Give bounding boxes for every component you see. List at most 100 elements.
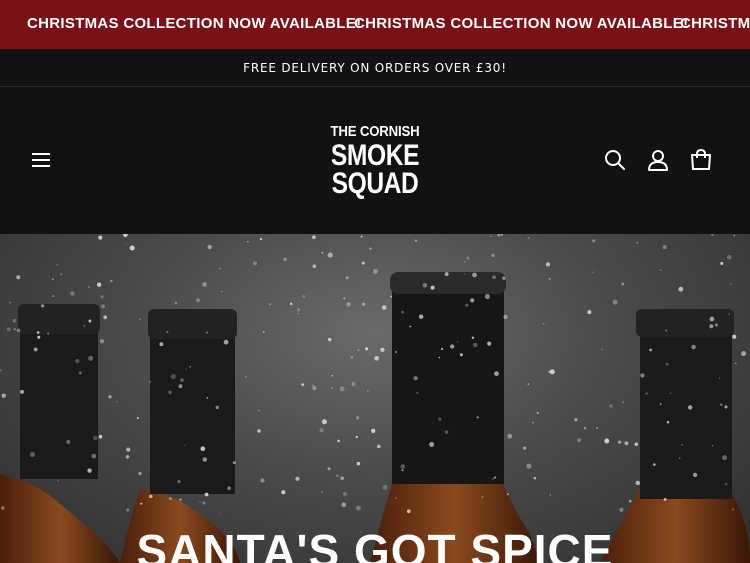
- snow-flake: [342, 491, 347, 496]
- cart-button[interactable]: [688, 147, 714, 173]
- snow-flake: [640, 373, 645, 378]
- snow-flake: [335, 474, 339, 478]
- snow-flake: [652, 463, 656, 466]
- snow-flake: [380, 347, 385, 352]
- snow-flake: [491, 253, 495, 257]
- snow-flake: [311, 384, 314, 387]
- snow-flake: [548, 278, 551, 280]
- snow-flake: [321, 252, 324, 254]
- delivery-bar: FREE DELIVERY ON ORDERS OVER £30!: [0, 49, 750, 87]
- snow-flake: [400, 464, 406, 469]
- snow-flake: [0, 368, 2, 372]
- snow-flake: [87, 285, 91, 289]
- snow-flake: [179, 498, 182, 501]
- snow-flake: [523, 446, 527, 450]
- snow-flake: [218, 267, 221, 270]
- snow-flake: [665, 329, 668, 332]
- snow-flake: [628, 499, 632, 503]
- snow-flake: [691, 344, 696, 350]
- snow-flake: [12, 318, 17, 323]
- snow-flake: [681, 444, 683, 446]
- snow-flake: [296, 308, 301, 312]
- account-button[interactable]: [645, 147, 671, 173]
- snow-flake: [357, 349, 360, 351]
- snow-flake: [527, 237, 530, 239]
- snow-flake: [253, 261, 257, 266]
- hero-banner[interactable]: SANTA'S GOT SPICE: [0, 234, 750, 563]
- snow-flake: [418, 314, 424, 319]
- snow-flake: [532, 421, 534, 424]
- snow-flake: [374, 355, 380, 361]
- snow-flake: [709, 324, 714, 329]
- snow-flake: [414, 239, 418, 242]
- snow-flake: [502, 276, 506, 280]
- snow-flake: [149, 494, 153, 499]
- snow-flake: [93, 435, 98, 441]
- snow-flake: [490, 235, 492, 237]
- snow-flake: [440, 347, 444, 351]
- snow-flake: [101, 304, 106, 309]
- snow-flake: [174, 301, 178, 305]
- site-header: THE CORNISH SMOKE SQUAD: [0, 87, 750, 234]
- snow-flake: [125, 243, 128, 246]
- snow-flake: [484, 293, 490, 300]
- snow-flake: [665, 362, 669, 366]
- snow-flake: [634, 442, 639, 447]
- announcement-marquee: CHRISTMAS COLLECTION NOW AVAILABLE! CHRI…: [0, 0, 750, 49]
- snow-flake: [609, 404, 613, 408]
- snow-flake: [371, 428, 376, 433]
- snow-flake: [215, 405, 219, 410]
- snow-flake: [366, 390, 369, 392]
- search-icon: [605, 150, 625, 170]
- snow-flake: [312, 264, 317, 268]
- snow-flake: [206, 397, 209, 399]
- snow-flake: [619, 507, 624, 512]
- snow-flake: [709, 316, 715, 322]
- snow-flake: [177, 480, 181, 484]
- snow-flake: [221, 290, 223, 293]
- snow-flake: [9, 301, 11, 304]
- snow-flake: [732, 334, 737, 339]
- snow-flake: [355, 416, 360, 420]
- snow-flake: [587, 310, 592, 315]
- snow-flake: [662, 245, 667, 250]
- snow-flake: [678, 286, 684, 292]
- snow-flake: [735, 362, 737, 365]
- snow-flake: [472, 342, 478, 348]
- snow-flake: [125, 455, 130, 459]
- snow-flake: [492, 275, 497, 280]
- snow-flake: [438, 417, 442, 421]
- snow-flake: [463, 261, 466, 263]
- snow-flake: [207, 244, 212, 250]
- snow-flake: [87, 468, 92, 473]
- announcement-text: CHRISTMAS COLLECTION NOW AVAILABLE!: [354, 15, 689, 32]
- site-logo[interactable]: THE CORNISH SMOKE SQUAD: [0, 124, 750, 199]
- snow-flake: [301, 383, 305, 386]
- snow-flake: [36, 331, 40, 334]
- snow-flake: [126, 508, 130, 512]
- snow-flake: [345, 276, 349, 280]
- snow-flake: [100, 295, 104, 299]
- snow-flake: [0, 506, 5, 510]
- snow-flake: [487, 341, 492, 346]
- snow-flake: [331, 387, 333, 389]
- snow-flake: [169, 497, 172, 500]
- logo-line: THE CORNISH: [330, 123, 420, 140]
- snow-flake: [444, 430, 449, 434]
- snow-flake: [166, 331, 169, 333]
- snow-flake: [678, 457, 681, 459]
- search-button[interactable]: [602, 147, 628, 173]
- snow-flake: [527, 383, 530, 385]
- snow-flake: [438, 356, 441, 359]
- snow-flake: [592, 239, 596, 243]
- snow-flake: [476, 416, 479, 419]
- snow-flake: [33, 347, 38, 352]
- delivery-text: FREE DELIVERY ON ORDERS OVER £30!: [243, 60, 507, 75]
- snow-flake: [456, 340, 459, 343]
- snow-flake: [289, 302, 293, 306]
- snow-flake: [636, 242, 638, 244]
- snow-flake: [406, 509, 411, 514]
- snow-flake: [645, 392, 648, 395]
- snow-flake: [355, 505, 361, 511]
- snow-flake: [339, 386, 345, 392]
